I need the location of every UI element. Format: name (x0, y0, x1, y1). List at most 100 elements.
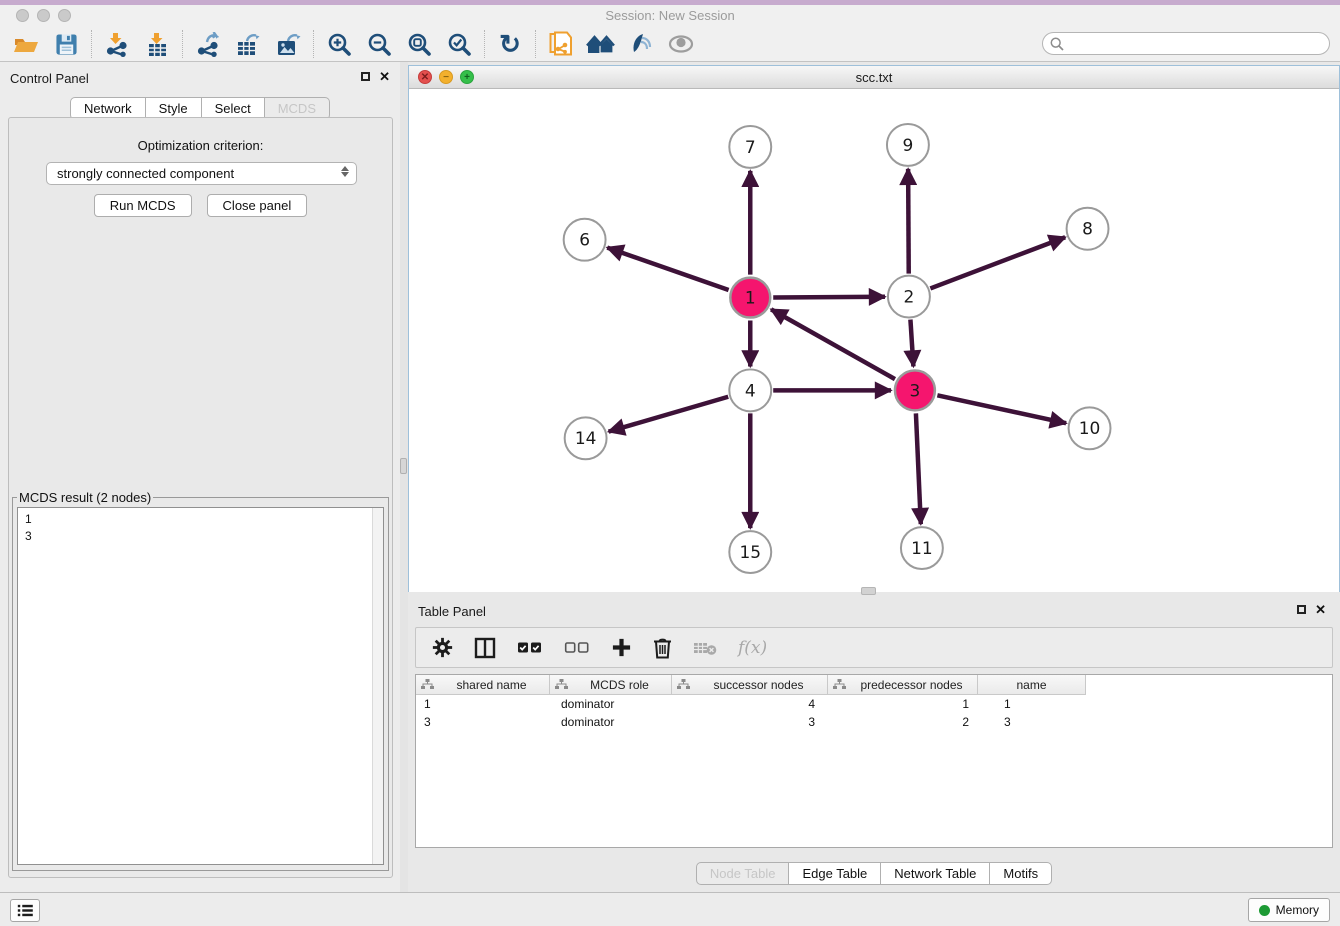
search-icon (1050, 37, 1064, 51)
graph-node-8[interactable]: 8 (1067, 208, 1109, 250)
graph-node-1[interactable]: 1 (730, 278, 770, 318)
edge-2-3[interactable] (910, 320, 913, 367)
deselect-all-icon[interactable] (564, 641, 590, 654)
save-session-button[interactable] (46, 28, 86, 60)
columns-icon[interactable] (474, 637, 496, 659)
zoom-fit-button[interactable] (399, 28, 439, 60)
zoom-in-button[interactable] (319, 28, 359, 60)
close-panel-icon[interactable]: ✕ (379, 71, 390, 82)
global-search[interactable] (1042, 32, 1330, 55)
graph-node-3[interactable]: 3 (895, 370, 935, 410)
cell-successor-nodes[interactable]: 4 (672, 697, 828, 713)
tab-network-table[interactable]: Network Table (881, 862, 990, 885)
cell-mcds-role[interactable]: dominator (550, 697, 672, 713)
table-panel-title: Table Panel (418, 604, 486, 619)
main-toolbar: ↻ (0, 27, 1340, 62)
import-table-button[interactable] (137, 28, 177, 60)
node-table[interactable]: shared name MCDS role successor nodes pr… (415, 674, 1333, 848)
network-graph[interactable]: 7 9 6 8 1 2 4 3 14 10 15 11 (409, 89, 1339, 592)
cell-successor-nodes[interactable]: 3 (672, 715, 828, 731)
mcds-scrollbar[interactable] (372, 508, 383, 864)
network-view-frame: ✕ − + scc.txt 7 9 6 8 1 2 4 3 14 10 15 11 (408, 65, 1340, 592)
control-panel-title: Control Panel (10, 71, 89, 86)
add-row-icon[interactable] (611, 637, 632, 658)
close-panel-button[interactable]: Close panel (207, 194, 308, 217)
vertical-splitter[interactable] (400, 62, 408, 892)
svg-text:1: 1 (745, 288, 756, 308)
cell-predecessor-nodes[interactable]: 2 (828, 715, 978, 731)
open-session-button[interactable] (6, 28, 46, 60)
graph-node-6[interactable]: 6 (564, 219, 606, 261)
first-neighbors-button[interactable] (581, 28, 621, 60)
function-builder-icon[interactable]: f(x) (738, 638, 767, 658)
graph-node-15[interactable]: 15 (729, 531, 771, 573)
tab-node-table[interactable]: Node Table (696, 862, 790, 885)
graph-node-10[interactable]: 10 (1069, 407, 1111, 449)
export-image-button[interactable] (268, 28, 308, 60)
float-panel-icon[interactable] (361, 72, 370, 81)
table-row[interactable]: 3 dominator 3 2 3 (416, 715, 1332, 731)
save-icon (55, 33, 78, 56)
cell-predecessor-nodes[interactable]: 1 (828, 697, 978, 713)
cell-name[interactable]: 1 (978, 697, 1086, 713)
edge-1-2[interactable] (773, 297, 885, 298)
criterion-dropdown[interactable]: strongly connected component (46, 162, 357, 185)
close-panel-icon[interactable]: ✕ (1315, 604, 1326, 615)
graph-node-9[interactable]: 9 (887, 124, 929, 166)
column-header-name[interactable]: name (978, 675, 1086, 695)
cell-mcds-role[interactable]: dominator (550, 715, 672, 731)
graph-node-11[interactable]: 11 (901, 527, 943, 569)
apply-layout-button[interactable]: ↻ (490, 28, 530, 60)
zoom-selected-button[interactable] (439, 28, 479, 60)
cell-shared-name[interactable]: 1 (416, 697, 550, 713)
edge-3-10[interactable] (937, 395, 1066, 423)
graph-node-4[interactable]: 4 (729, 369, 771, 411)
network-frame-titlebar[interactable]: ✕ − + scc.txt (409, 66, 1339, 89)
import-network-button[interactable] (97, 28, 137, 60)
export-table-button[interactable] (228, 28, 268, 60)
tab-motifs[interactable]: Motifs (990, 862, 1052, 885)
titlebar: Session: New Session (0, 5, 1340, 27)
table-panel: Table Panel ✕ (408, 596, 1340, 890)
mcds-result-text[interactable]: 1 3 (17, 507, 384, 865)
table-row[interactable]: 1 dominator 4 1 1 (416, 697, 1332, 713)
edge-2-9[interactable] (908, 169, 909, 274)
column-header-mcds-role[interactable]: MCDS role (550, 675, 672, 695)
delete-icon[interactable] (653, 637, 672, 659)
tab-edge-table[interactable]: Edge Table (789, 862, 881, 885)
graph-node-2[interactable]: 2 (888, 276, 930, 318)
edge-4-14[interactable] (609, 397, 729, 432)
splitter-handle[interactable] (400, 458, 407, 474)
export-network-button[interactable] (188, 28, 228, 60)
float-panel-icon[interactable] (1297, 605, 1306, 614)
search-input[interactable] (1069, 37, 1309, 51)
edge-2-8[interactable] (930, 237, 1065, 288)
column-header-successor-nodes[interactable]: successor nodes (672, 675, 828, 695)
edge-3-11[interactable] (916, 413, 921, 524)
zoom-out-button[interactable] (359, 28, 399, 60)
org-chart-icon (677, 679, 690, 690)
select-all-icon[interactable] (517, 641, 543, 654)
memory-button[interactable]: Memory (1248, 898, 1330, 922)
run-mcds-button[interactable]: Run MCDS (94, 194, 192, 217)
cell-shared-name[interactable]: 3 (416, 715, 550, 731)
graph-node-14[interactable]: 14 (565, 417, 607, 459)
optimization-criterion-label: Optimization criterion: (9, 138, 392, 153)
svg-text:4: 4 (745, 380, 756, 400)
hide-eye-button[interactable] (661, 28, 701, 60)
task-history-button[interactable] (10, 899, 40, 922)
control-panel: Control Panel ✕ Network Style Select MCD… (0, 62, 400, 892)
edge-1-6[interactable] (607, 248, 728, 290)
delete-table-icon[interactable] (693, 640, 717, 656)
column-header-shared-name[interactable]: shared name (416, 675, 550, 695)
edge-3-1[interactable] (771, 309, 895, 379)
column-header-predecessor-nodes[interactable]: predecessor nodes (828, 675, 978, 695)
horizontal-splitter-handle[interactable] (861, 587, 876, 595)
gear-icon[interactable] (432, 637, 453, 658)
network-canvas[interactable]: 7 9 6 8 1 2 4 3 14 10 15 11 (409, 89, 1339, 592)
graph-node-7[interactable]: 7 (729, 126, 771, 168)
window-title: Session: New Session (0, 8, 1340, 23)
clone-network-button[interactable] (541, 28, 581, 60)
graphics-details-button[interactable] (621, 28, 661, 60)
cell-name[interactable]: 3 (978, 715, 1086, 731)
